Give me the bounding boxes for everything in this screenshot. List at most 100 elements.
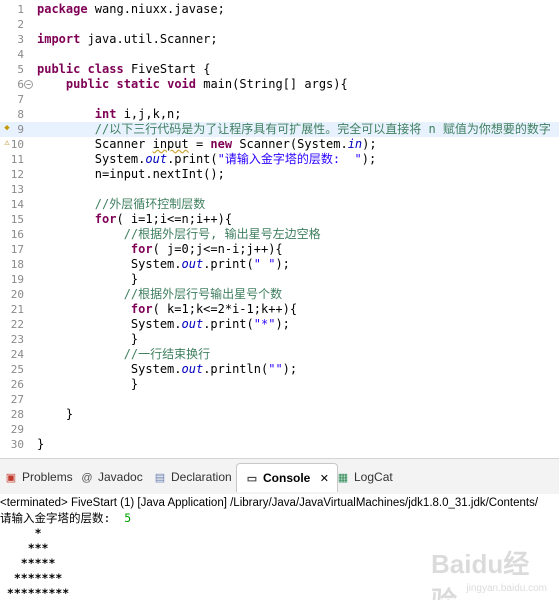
code-token: //根据外层行号输出星号个数 bbox=[123, 287, 283, 301]
console-view[interactable]: <terminated> FiveStart (1) [Java Applica… bbox=[0, 494, 559, 600]
code-line[interactable]: 12 n=input.nextInt(); bbox=[0, 167, 559, 182]
code-line[interactable]: 14 //外层循环控制层数 bbox=[0, 197, 559, 212]
code-line[interactable]: 2 bbox=[0, 17, 559, 32]
code-text: } bbox=[37, 437, 44, 452]
code-token: public bbox=[65, 77, 110, 91]
line-number: 18 bbox=[10, 258, 24, 271]
code-token: Scanner bbox=[37, 137, 153, 151]
code-line[interactable]: 26 } bbox=[0, 377, 559, 392]
code-line[interactable]: 6− public static void main(String[] args… bbox=[0, 77, 559, 92]
code-token: } bbox=[37, 377, 139, 391]
code-line[interactable]: 27 bbox=[0, 392, 559, 407]
tab-console[interactable]: ▭ Console ✕ bbox=[236, 463, 338, 492]
code-text: int i,j,k,n; bbox=[37, 107, 182, 122]
code-token: ); bbox=[275, 257, 290, 271]
code-text: public class FiveStart { bbox=[37, 62, 210, 77]
line-number: 5 bbox=[17, 63, 24, 76]
code-line[interactable]: 20 //根据外层行号输出星号个数 bbox=[0, 287, 559, 302]
code-line[interactable]: 23 } bbox=[0, 332, 559, 347]
code-editor[interactable]: 1 package wang.niuxx.javase; 2 3 import java… bbox=[0, 0, 559, 455]
bottom-view-tabs: ▣ Problems @ Javadoc ▤ Declaration ▭ Console… bbox=[0, 458, 559, 496]
code-token: .print( bbox=[203, 257, 254, 271]
code-line[interactable]: 1 package wang.niuxx.javase; bbox=[0, 2, 559, 17]
code-line[interactable]: 8 int i,j,k,n; bbox=[0, 107, 559, 122]
code-token: ( k=1;k<=2*i-1;k++){ bbox=[152, 302, 298, 316]
line-number: 28 bbox=[10, 408, 24, 421]
tab-declaration[interactable]: ▤ Declaration bbox=[153, 468, 232, 486]
code-line[interactable]: ◆ 9 //以下三行代码是为了让程序具有可扩展性。完全可以直接将 n 赋值为你想要… bbox=[0, 122, 559, 137]
line-number: 3 bbox=[17, 33, 24, 46]
code-text: } bbox=[37, 407, 73, 422]
code-token: } bbox=[37, 272, 139, 286]
code-token: System. bbox=[37, 152, 146, 166]
terminated-status: <terminated> FiveStart (1) [Java Applica… bbox=[0, 497, 539, 509]
code-token: "*" bbox=[253, 317, 276, 331]
line-number: 30 bbox=[10, 438, 24, 451]
code-text: } bbox=[37, 377, 138, 392]
watermark-url: jingyan.baidu.com bbox=[466, 583, 547, 594]
collapse-fold-icon[interactable]: − bbox=[24, 80, 33, 89]
code-line[interactable]: 25 System.out.println(""); bbox=[0, 362, 559, 377]
code-line[interactable]: 11 System.out.print("请输入金字塔的层数: "); bbox=[0, 152, 559, 167]
code-token: "请输入金字塔的层数: " bbox=[217, 152, 362, 166]
code-line[interactable]: ⚠ 10 Scanner input = new Scanner(System.i… bbox=[0, 137, 559, 152]
code-line[interactable]: 29 bbox=[0, 422, 559, 437]
code-token: //根据外层行号, 输出星号左边空格 bbox=[123, 227, 321, 241]
code-token: public bbox=[37, 62, 81, 76]
code-line[interactable]: 4 bbox=[0, 47, 559, 62]
code-line[interactable]: 5 public class FiveStart { bbox=[0, 62, 559, 77]
code-token: FiveStart { bbox=[123, 62, 211, 76]
code-token: System. bbox=[37, 317, 182, 331]
code-line[interactable]: 22 System.out.print("*"); bbox=[0, 317, 559, 332]
code-line[interactable]: 18 System.out.print(" "); bbox=[0, 257, 559, 272]
code-text: n=input.nextInt(); bbox=[37, 167, 225, 182]
code-line[interactable]: 16 //根据外层行号, 输出星号左边空格 bbox=[0, 227, 559, 242]
code-token: ); bbox=[275, 317, 290, 331]
code-token: wang.niuxx.javase; bbox=[87, 2, 225, 16]
code-text: System.out.print("请输入金字塔的层数: "); bbox=[37, 152, 376, 167]
line-number: 2 bbox=[17, 18, 24, 31]
code-line[interactable]: 13 bbox=[0, 182, 559, 197]
console-icon: ▭ bbox=[246, 473, 258, 485]
code-line[interactable]: 7 bbox=[0, 92, 559, 107]
code-line[interactable]: 15 for( i=1;i<=n;i++){ bbox=[0, 212, 559, 227]
code-token: = bbox=[188, 137, 211, 151]
tab-logcat[interactable]: ▦ LogCat bbox=[336, 468, 393, 486]
code-token: Scanner(System. bbox=[232, 137, 348, 151]
line-number: 8 bbox=[17, 108, 24, 121]
code-token: for bbox=[94, 212, 117, 226]
console-prompt: 请输入金字塔的层数: bbox=[0, 511, 125, 525]
logcat-icon: ▦ bbox=[337, 472, 349, 484]
line-number: 29 bbox=[10, 423, 24, 436]
code-line[interactable]: 28 } bbox=[0, 407, 559, 422]
code-line[interactable]: 24 //一行结束换行 bbox=[0, 347, 559, 362]
code-token: } bbox=[37, 407, 74, 421]
tab-javadoc-label: Javadoc bbox=[98, 470, 143, 484]
code-token: java.util.Scanner; bbox=[80, 32, 218, 46]
code-token: out bbox=[181, 317, 204, 331]
close-icon[interactable]: ✕ bbox=[320, 473, 329, 485]
code-token: for bbox=[130, 242, 153, 256]
tab-problems[interactable]: ▣ Problems bbox=[4, 468, 73, 486]
tab-logcat-label: LogCat bbox=[354, 470, 393, 484]
console-user-input: 5 bbox=[124, 511, 132, 525]
code-line[interactable]: 3 import java.util.Scanner; bbox=[0, 32, 559, 47]
code-token: ); bbox=[361, 152, 377, 166]
code-text: } bbox=[37, 332, 138, 347]
code-line[interactable]: 17 for( j=0;j<=n-i;j++){ bbox=[0, 242, 559, 257]
line-number: 23 bbox=[10, 333, 24, 346]
tab-console-label: Console bbox=[263, 471, 311, 485]
code-line[interactable]: 21 for( k=1;k<=2*i-1;k++){ bbox=[0, 302, 559, 317]
line-number: 11 bbox=[10, 153, 24, 166]
problems-icon: ▣ bbox=[5, 472, 17, 484]
tab-javadoc[interactable]: @ Javadoc bbox=[80, 468, 143, 486]
code-line[interactable]: 19 } bbox=[0, 272, 559, 287]
line-number: 17 bbox=[10, 243, 24, 256]
code-text: import java.util.Scanner; bbox=[37, 32, 218, 47]
code-line[interactable]: 30} bbox=[0, 437, 559, 452]
line-number: 12 bbox=[10, 168, 24, 181]
